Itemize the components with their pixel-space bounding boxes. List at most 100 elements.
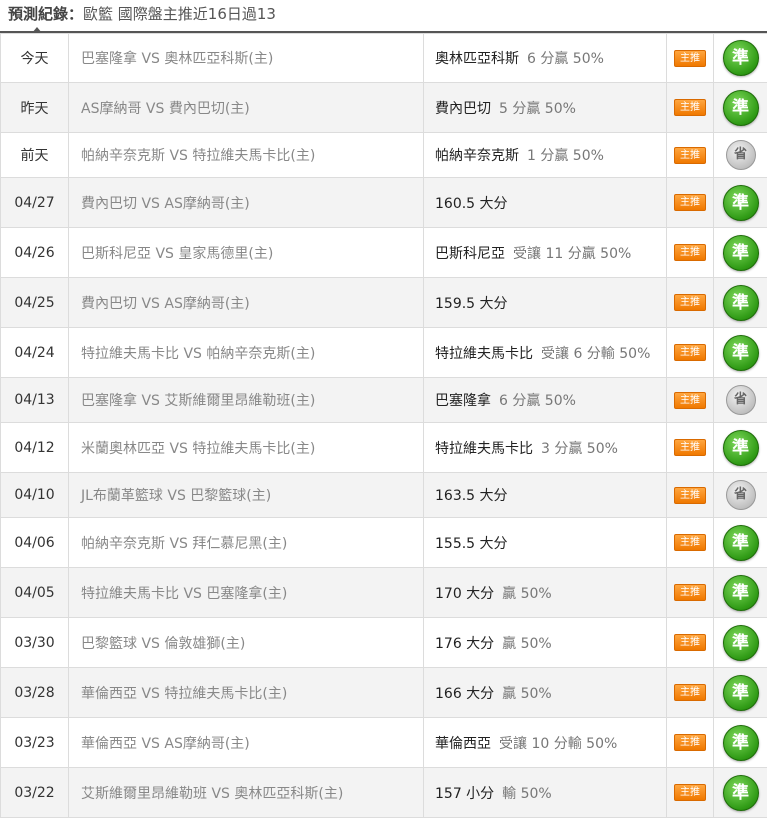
badge-cell: 主推	[666, 132, 714, 178]
pick-team: 巴塞隆拿	[435, 393, 491, 409]
record-date: 04/13	[0, 377, 69, 423]
pick-detail: 贏 50%	[502, 635, 552, 652]
badge-cell: 主推	[666, 227, 714, 278]
result-push-icon: 省	[725, 385, 756, 415]
pick-detail: 1 分贏 50%	[527, 148, 604, 164]
pick-team: 159.5 大分	[435, 295, 508, 312]
featured-pick-badge: 主推	[674, 684, 706, 701]
pick-team: 費內巴切	[435, 100, 491, 117]
record-match: 巴斯科尼亞 VS 皇家馬德里(主)	[68, 227, 424, 278]
badge-cell: 主推	[666, 377, 714, 423]
record-pick: 166 大分贏 50%	[423, 667, 667, 718]
result-cell: 省	[713, 132, 767, 178]
pick-team: 巴斯科尼亞	[435, 245, 505, 262]
badge-cell: 主推	[666, 717, 714, 768]
record-match: AS摩納哥 VS 費內巴切(主)	[68, 82, 424, 133]
pick-detail: 受讓 11 分贏 50%	[513, 245, 632, 262]
record-pick: 特拉維夫馬卡比 3 分贏 50%	[423, 422, 667, 473]
record-match: 華倫西亞 VS AS摩納哥(主)	[68, 717, 424, 768]
record-match: 特拉維夫馬卡比 VS 帕納辛奈克斯(主)	[68, 327, 424, 378]
pick-team: 166 大分	[435, 685, 495, 702]
record-pick: 帕納辛奈克斯 1 分贏 50%	[423, 132, 667, 178]
record-match: 米蘭奧林匹亞 VS 特拉維夫馬卡比(主)	[68, 422, 424, 473]
result-hit-icon: 準	[722, 524, 759, 561]
result-cell: 省	[713, 377, 767, 423]
result-hit-icon: 準	[722, 724, 759, 761]
record-date: 04/25	[0, 277, 69, 328]
badge-cell: 主推	[666, 617, 714, 668]
record-pick: 176 大分贏 50%	[423, 617, 667, 668]
record-match: 華倫西亞 VS 特拉維夫馬卡比(主)	[68, 667, 424, 718]
pick-detail: 6 分贏 50%	[527, 51, 604, 67]
result-cell: 準	[713, 33, 767, 83]
result-cell: 準	[713, 667, 767, 718]
record-date: 03/22	[0, 767, 69, 818]
record-date: 今天	[0, 33, 69, 83]
title-separator: ：	[68, 5, 84, 23]
table-row: 04/05 特拉維夫馬卡比 VS 巴塞隆拿(主) 170 大分贏 50% 主推準	[0, 567, 767, 618]
record-date: 04/27	[0, 177, 69, 228]
pick-team: 155.5 大分	[435, 535, 508, 552]
badge-cell: 主推	[666, 567, 714, 618]
record-date: 03/23	[0, 717, 69, 768]
record-date: 04/10	[0, 472, 69, 518]
result-cell: 準	[713, 767, 767, 818]
featured-pick-badge: 主推	[674, 244, 706, 261]
record-pick: 155.5 大分	[423, 517, 667, 568]
pick-team: 特拉維夫馬卡比	[435, 345, 533, 362]
featured-pick-badge: 主推	[674, 439, 706, 456]
badge-cell: 主推	[666, 277, 714, 328]
featured-pick-badge: 主推	[674, 49, 706, 67]
table-row: 04/13 巴塞隆拿 VS 艾斯維爾里昂維勒班(主) 巴塞隆拿 6 分贏 50% 主推 省	[0, 377, 767, 423]
result-cell: 準	[713, 227, 767, 278]
result-hit-icon: 準	[722, 284, 759, 321]
records-body: 今天 巴塞隆拿 VS 奧林匹亞科斯(主) 奧林匹亞科斯 6 分贏 50% 主推準昨天 AS…	[0, 33, 767, 818]
record-pick: 奧林匹亞科斯 6 分贏 50%	[423, 33, 667, 83]
pick-team: 華倫西亞	[435, 735, 491, 752]
pick-team: 160.5 大分	[435, 195, 508, 212]
table-row: 04/10 JL布蘭革籃球 VS 巴黎籃球(主) 163.5 大分 主推 省	[0, 472, 767, 518]
result-hit-icon: 準	[722, 429, 759, 466]
result-cell: 準	[713, 717, 767, 768]
result-hit-icon: 準	[722, 40, 759, 76]
badge-cell: 主推	[666, 767, 714, 818]
featured-pick-badge: 主推	[674, 99, 706, 116]
table-row: 前天 帕納辛奈克斯 VS 特拉維夫馬卡比(主) 帕納辛奈克斯 1 分贏 50% 主推 省	[0, 132, 767, 178]
record-pick: 170 大分贏 50%	[423, 567, 667, 618]
table-row: 03/28 華倫西亞 VS 特拉維夫馬卡比(主) 166 大分贏 50% 主推準	[0, 667, 767, 718]
badge-cell: 主推	[666, 667, 714, 718]
record-pick: 160.5 大分	[423, 177, 667, 228]
badge-cell: 主推	[666, 517, 714, 568]
result-cell: 準	[713, 82, 767, 133]
featured-pick-badge: 主推	[674, 194, 706, 211]
record-date: 昨天	[0, 82, 69, 133]
table-row: 04/06 帕納辛奈克斯 VS 拜仁慕尼黑(主) 155.5 大分 主推準	[0, 517, 767, 568]
result-hit-icon: 準	[722, 334, 759, 371]
result-cell: 準	[713, 517, 767, 568]
featured-pick-badge: 主推	[674, 584, 706, 601]
pick-detail: 贏 50%	[502, 585, 552, 602]
pick-team: 特拉維夫馬卡比	[435, 440, 533, 457]
result-hit-icon: 準	[722, 574, 759, 611]
table-row: 04/12 米蘭奧林匹亞 VS 特拉維夫馬卡比(主) 特拉維夫馬卡比 3 分贏 50%…	[0, 422, 767, 473]
record-date: 前天	[0, 132, 69, 178]
pick-team: 奧林匹亞科斯	[435, 51, 519, 67]
result-hit-icon: 準	[722, 624, 759, 661]
pick-team: 170 大分	[435, 585, 495, 602]
record-date: 04/05	[0, 567, 69, 618]
record-pick: 159.5 大分	[423, 277, 667, 328]
featured-pick-badge: 主推	[674, 534, 706, 551]
table-row: 03/30 巴黎籃球 VS 倫敦雄獅(主) 176 大分贏 50% 主推準	[0, 617, 767, 668]
result-hit-icon: 準	[722, 89, 759, 126]
badge-cell: 主推	[666, 33, 714, 83]
record-match: 巴塞隆拿 VS 奧林匹亞科斯(主)	[68, 33, 424, 83]
pick-team: 163.5 大分	[435, 488, 508, 504]
records-header: 預測紀錄：歐籃 國際盤主推近16日過13	[0, 0, 767, 33]
record-date: 03/28	[0, 667, 69, 718]
table-row: 昨天 AS摩納哥 VS 費內巴切(主) 費內巴切 5 分贏 50% 主推準	[0, 82, 767, 133]
featured-pick-badge: 主推	[674, 784, 706, 801]
featured-pick-badge: 主推	[674, 734, 706, 751]
records-subtitle: 歐籃 國際盤主推近16日過13	[83, 5, 276, 23]
record-match: 特拉維夫馬卡比 VS 巴塞隆拿(主)	[68, 567, 424, 618]
result-cell: 準	[713, 177, 767, 228]
